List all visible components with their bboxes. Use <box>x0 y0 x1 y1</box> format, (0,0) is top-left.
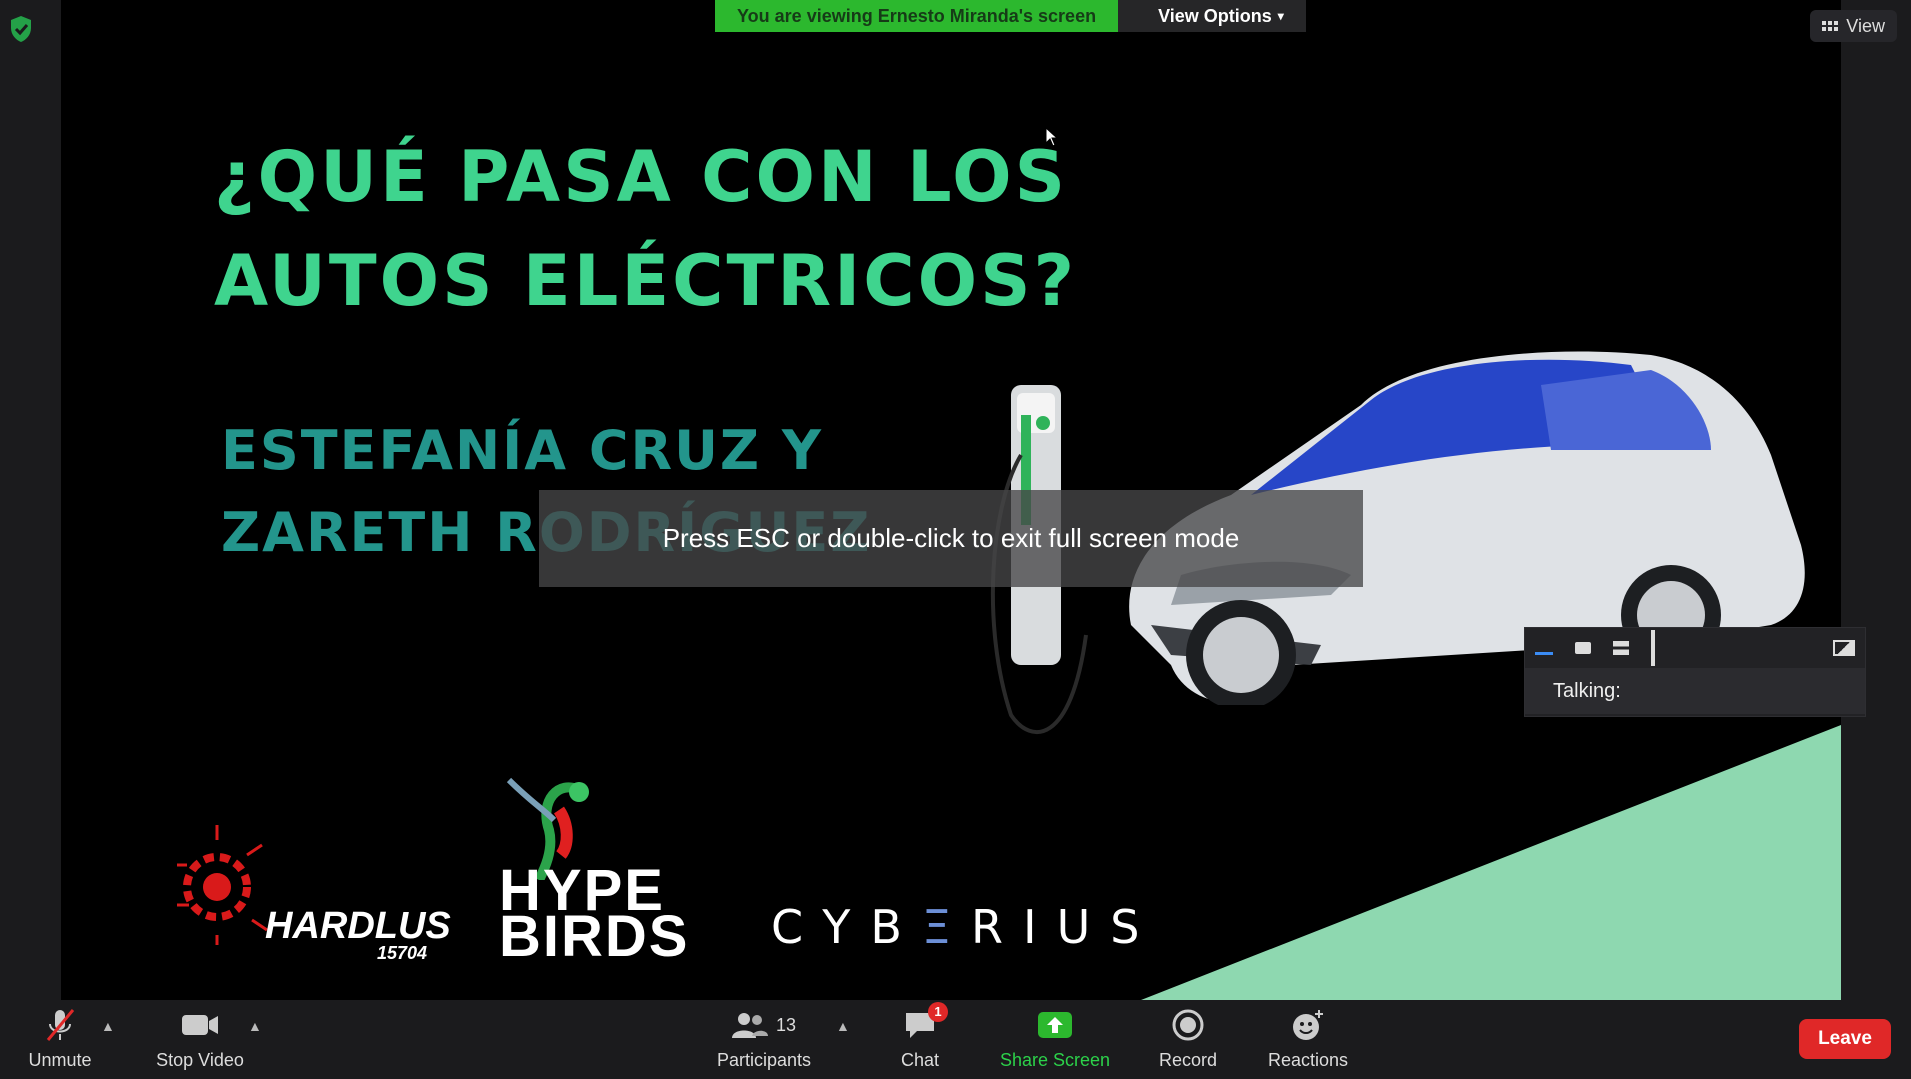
record-icon <box>1172 1009 1204 1041</box>
audio-options-caret[interactable]: ▲ <box>101 1018 115 1034</box>
speaker-panel: Talking: <box>1524 627 1866 717</box>
share-screen-icon <box>1038 1012 1072 1038</box>
reactions-icon <box>1293 1010 1323 1040</box>
video-camera-icon <box>182 1015 218 1035</box>
share-screen-button[interactable]: Share Screen <box>998 1000 1112 1079</box>
slide-title: ¿QUÉ PASA CON LOS AUTOS ELÉCTRICOS? <box>214 125 1077 333</box>
decorative-triangle <box>1141 725 1841 1000</box>
minimize-icon[interactable] <box>1535 651 1553 655</box>
pip-icon[interactable] <box>1833 640 1855 656</box>
chat-button[interactable]: Chat 1 <box>890 1000 950 1079</box>
mouse-cursor-icon <box>1045 127 1059 147</box>
participants-count: 13 <box>775 1014 797 1035</box>
hardlus-number: 15704 <box>377 943 428 963</box>
cyberius-text-a: CYB <box>771 900 922 954</box>
view-options-button[interactable]: View Options ▾ <box>1118 0 1306 32</box>
talking-label: Talking: <box>1525 668 1865 714</box>
hardlus-text: HARDLUS <box>265 905 451 947</box>
view-button[interactable]: View <box>1810 10 1897 42</box>
record-button[interactable]: Record <box>1150 1000 1226 1079</box>
chat-label: Chat <box>900 1050 940 1070</box>
slide-title-line1: ¿QUÉ PASA CON LOS <box>214 136 1069 218</box>
mic-muted-icon <box>46 1009 75 1041</box>
hype-birds-logo: HYPE BIRDS <box>499 770 687 966</box>
cyberius-text-b: RIUS <box>971 900 1160 954</box>
participants-icon <box>731 1013 768 1038</box>
record-label: Record <box>1158 1050 1218 1070</box>
viewing-banner: You are viewing Ernesto Miranda's screen… <box>715 0 1306 32</box>
leave-button[interactable]: Leave <box>1799 1019 1891 1059</box>
speaker-panel-toolbar <box>1525 628 1865 668</box>
hype-birds-text: HYPE BIRDS <box>499 858 690 969</box>
fullscreen-exit-message: Press ESC or double-click to exit full s… <box>539 490 1363 587</box>
view-label: View <box>1846 15 1885 36</box>
strip-view-icon[interactable] <box>1613 641 1629 655</box>
reactions-label: Reactions <box>1267 1050 1349 1070</box>
speaker-view-icon[interactable] <box>1575 642 1591 654</box>
grid-icon <box>1822 21 1839 31</box>
slide-authors-line1: ESTEFANÍA CRUZ Y <box>221 419 823 482</box>
cyberius-logo: CYBΞRIUS <box>771 900 1159 954</box>
gear-circuit-icon <box>177 825 268 945</box>
participants-options-caret[interactable]: ▲ <box>836 1018 850 1034</box>
gallery-view-icon[interactable] <box>1651 630 1655 666</box>
participants-button[interactable]: 13 Participants <box>712 1000 816 1079</box>
stop-video-button[interactable]: Stop Video <box>150 1000 250 1079</box>
chevron-down-icon: ▾ <box>1277 9 1284 23</box>
security-shield-icon[interactable] <box>8 14 34 44</box>
view-options-label: View Options <box>1158 6 1272 26</box>
meeting-toolbar: Unmute ▲ Stop Video ▲ 13 Participants ▲ … <box>0 1000 1911 1079</box>
video-options-caret[interactable]: ▲ <box>248 1018 262 1034</box>
viewing-label: You are viewing Ernesto Miranda's screen <box>715 0 1119 32</box>
participants-label: Participants <box>716 1050 812 1070</box>
share-screen-label: Share Screen <box>999 1050 1111 1070</box>
chat-unread-badge: 1 <box>928 1002 948 1022</box>
reactions-button[interactable]: Reactions <box>1262 1000 1354 1079</box>
slide-title-line2: AUTOS ELÉCTRICOS? <box>214 240 1078 322</box>
unmute-label: Unmute <box>28 1050 92 1070</box>
cyberius-text-e: Ξ <box>921 900 972 954</box>
unmute-button[interactable]: Unmute <box>24 1000 96 1079</box>
hardlus-logo: HARDLUS 15704 <box>167 825 451 963</box>
stop-video-label: Stop Video <box>156 1050 244 1070</box>
